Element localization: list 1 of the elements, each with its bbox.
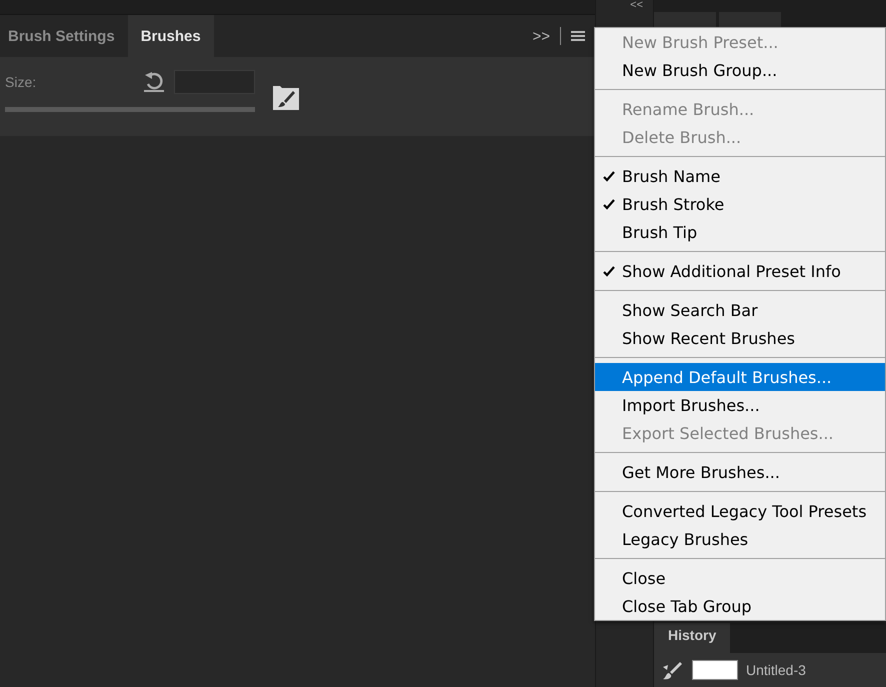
size-label: Size: (5, 74, 38, 90)
